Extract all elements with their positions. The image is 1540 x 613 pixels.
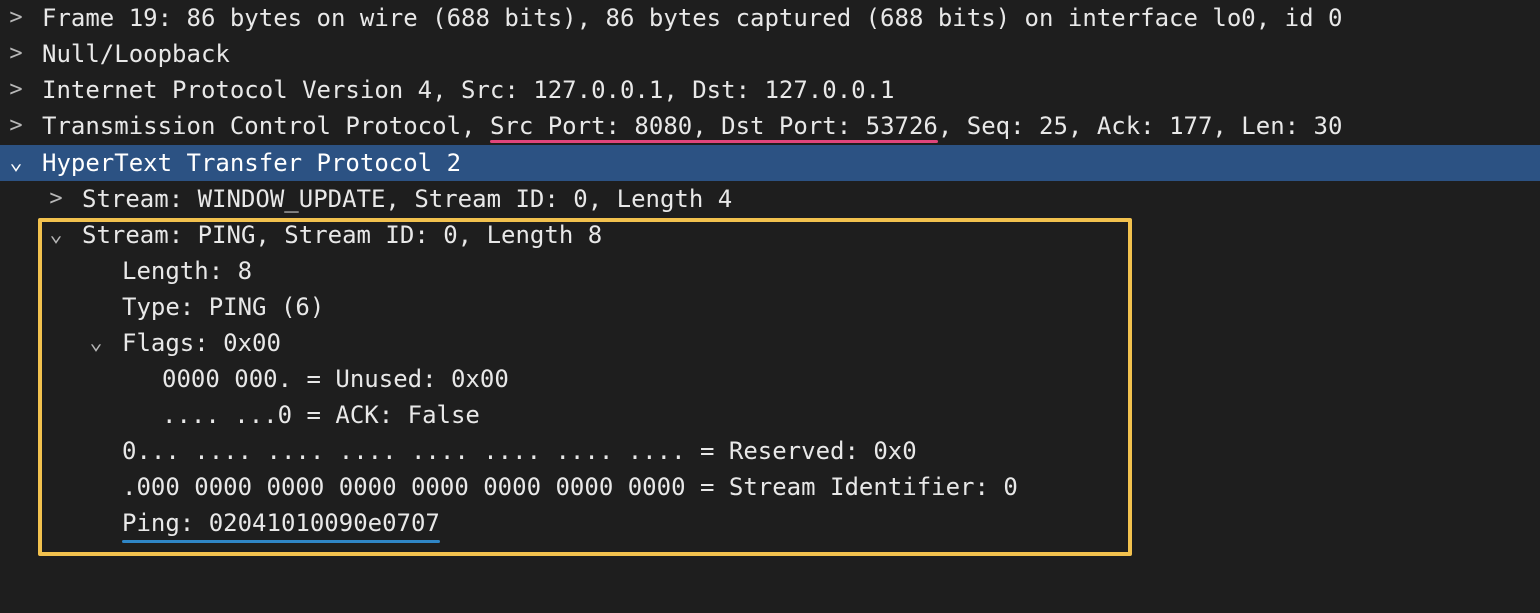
row-label: 0000 000. = Unused: 0x00 — [162, 365, 509, 393]
tree-row-stream-identifier[interactable]: .000 0000 0000 0000 0000 0000 0000 0000 … — [0, 469, 1540, 505]
row-label: Flags: 0x00 — [122, 329, 281, 357]
chevron-down-icon[interactable]: ⌄ — [4, 145, 28, 181]
tree-row-null-loopback[interactable]: > Null/Loopback — [0, 36, 1540, 72]
tcp-prefix: Transmission Control Protocol, — [42, 112, 490, 140]
packet-details-tree: > Frame 19: 86 bytes on wire (688 bits),… — [0, 0, 1540, 560]
chevron-down-icon[interactable]: ⌄ — [44, 217, 68, 253]
row-label: Null/Loopback — [42, 40, 230, 68]
tree-row-frame[interactable]: > Frame 19: 86 bytes on wire (688 bits),… — [0, 0, 1540, 36]
tree-row-http2[interactable]: ⌄ HyperText Transfer Protocol 2 — [0, 145, 1540, 181]
tree-row-ipv4[interactable]: > Internet Protocol Version 4, Src: 127.… — [0, 72, 1540, 108]
tree-row-flags[interactable]: ⌄ Flags: 0x00 — [0, 325, 1540, 361]
row-label: Length: 8 — [122, 257, 253, 285]
row-label: HyperText Transfer Protocol 2 — [42, 149, 462, 177]
row-label: 0... .... .... .... .... .... .... .... … — [122, 437, 917, 465]
row-label: .... ...0 = ACK: False — [162, 401, 480, 429]
row-label: Frame 19: 86 bytes on wire (688 bits), 8… — [42, 4, 1343, 32]
chevron-right-icon[interactable]: > — [4, 0, 28, 36]
tree-row-tcp[interactable]: > Transmission Control Protocol, Src Por… — [0, 108, 1540, 144]
chevron-right-icon[interactable]: > — [4, 36, 28, 72]
tree-row-type[interactable]: Type: PING (6) — [0, 289, 1540, 325]
row-label: Internet Protocol Version 4, Src: 127.0.… — [42, 76, 895, 104]
chevron-right-icon[interactable]: > — [4, 108, 28, 144]
chevron-down-icon[interactable]: ⌄ — [84, 325, 108, 361]
row-label: .000 0000 0000 0000 0000 0000 0000 0000 … — [122, 473, 1018, 501]
ping-value-highlight: Ping: 02041010090e0707 — [122, 505, 440, 543]
tree-row-reserved[interactable]: 0... .... .... .... .... .... .... .... … — [0, 433, 1540, 469]
row-label-tcp: Transmission Control Protocol, Src Port:… — [42, 108, 1342, 144]
tree-row-length[interactable]: Length: 8 — [0, 253, 1540, 289]
row-label-ping: Ping: 02041010090e0707 — [122, 505, 440, 543]
chevron-right-icon[interactable]: > — [4, 72, 28, 108]
chevron-right-icon[interactable]: > — [44, 181, 68, 217]
tree-row-flags-unused[interactable]: 0000 000. = Unused: 0x00 — [0, 361, 1540, 397]
tree-row-stream-ping[interactable]: ⌄ Stream: PING, Stream ID: 0, Length 8 — [0, 217, 1540, 253]
tree-row-flags-ack[interactable]: .... ...0 = ACK: False — [0, 397, 1540, 433]
tree-row-ping[interactable]: Ping: 02041010090e0707 — [0, 505, 1540, 543]
tree-row-stream-window-update[interactable]: > Stream: WINDOW_UPDATE, Stream ID: 0, L… — [0, 181, 1540, 217]
row-label: Type: PING (6) — [122, 293, 325, 321]
tcp-ports-highlight: Src Port: 8080, Dst Port: 53726 — [489, 108, 938, 144]
tcp-suffix: , Seq: 25, Ack: 177, Len: 30 — [937, 112, 1343, 140]
row-label: Stream: WINDOW_UPDATE, Stream ID: 0, Len… — [82, 185, 733, 213]
row-label: Stream: PING, Stream ID: 0, Length 8 — [82, 221, 603, 249]
